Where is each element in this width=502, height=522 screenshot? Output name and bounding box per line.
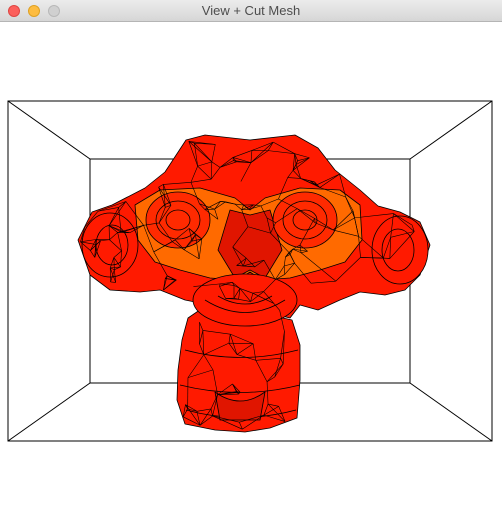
monkey-mesh (77, 134, 431, 433)
mesh-ear-left (81, 212, 139, 278)
box-edge (409, 100, 493, 160)
box-edge (7, 100, 91, 160)
window-title: View + Cut Mesh (201, 3, 301, 18)
app-window: View + Cut Mesh (0, 0, 502, 522)
box-edge (7, 382, 91, 442)
3d-viewport[interactable] (0, 22, 502, 522)
mesh-canvas[interactable] (0, 22, 502, 522)
mesh-ear-right (371, 215, 429, 285)
box-edge (409, 382, 493, 442)
title-bar[interactable]: View + Cut Mesh (0, 0, 502, 22)
